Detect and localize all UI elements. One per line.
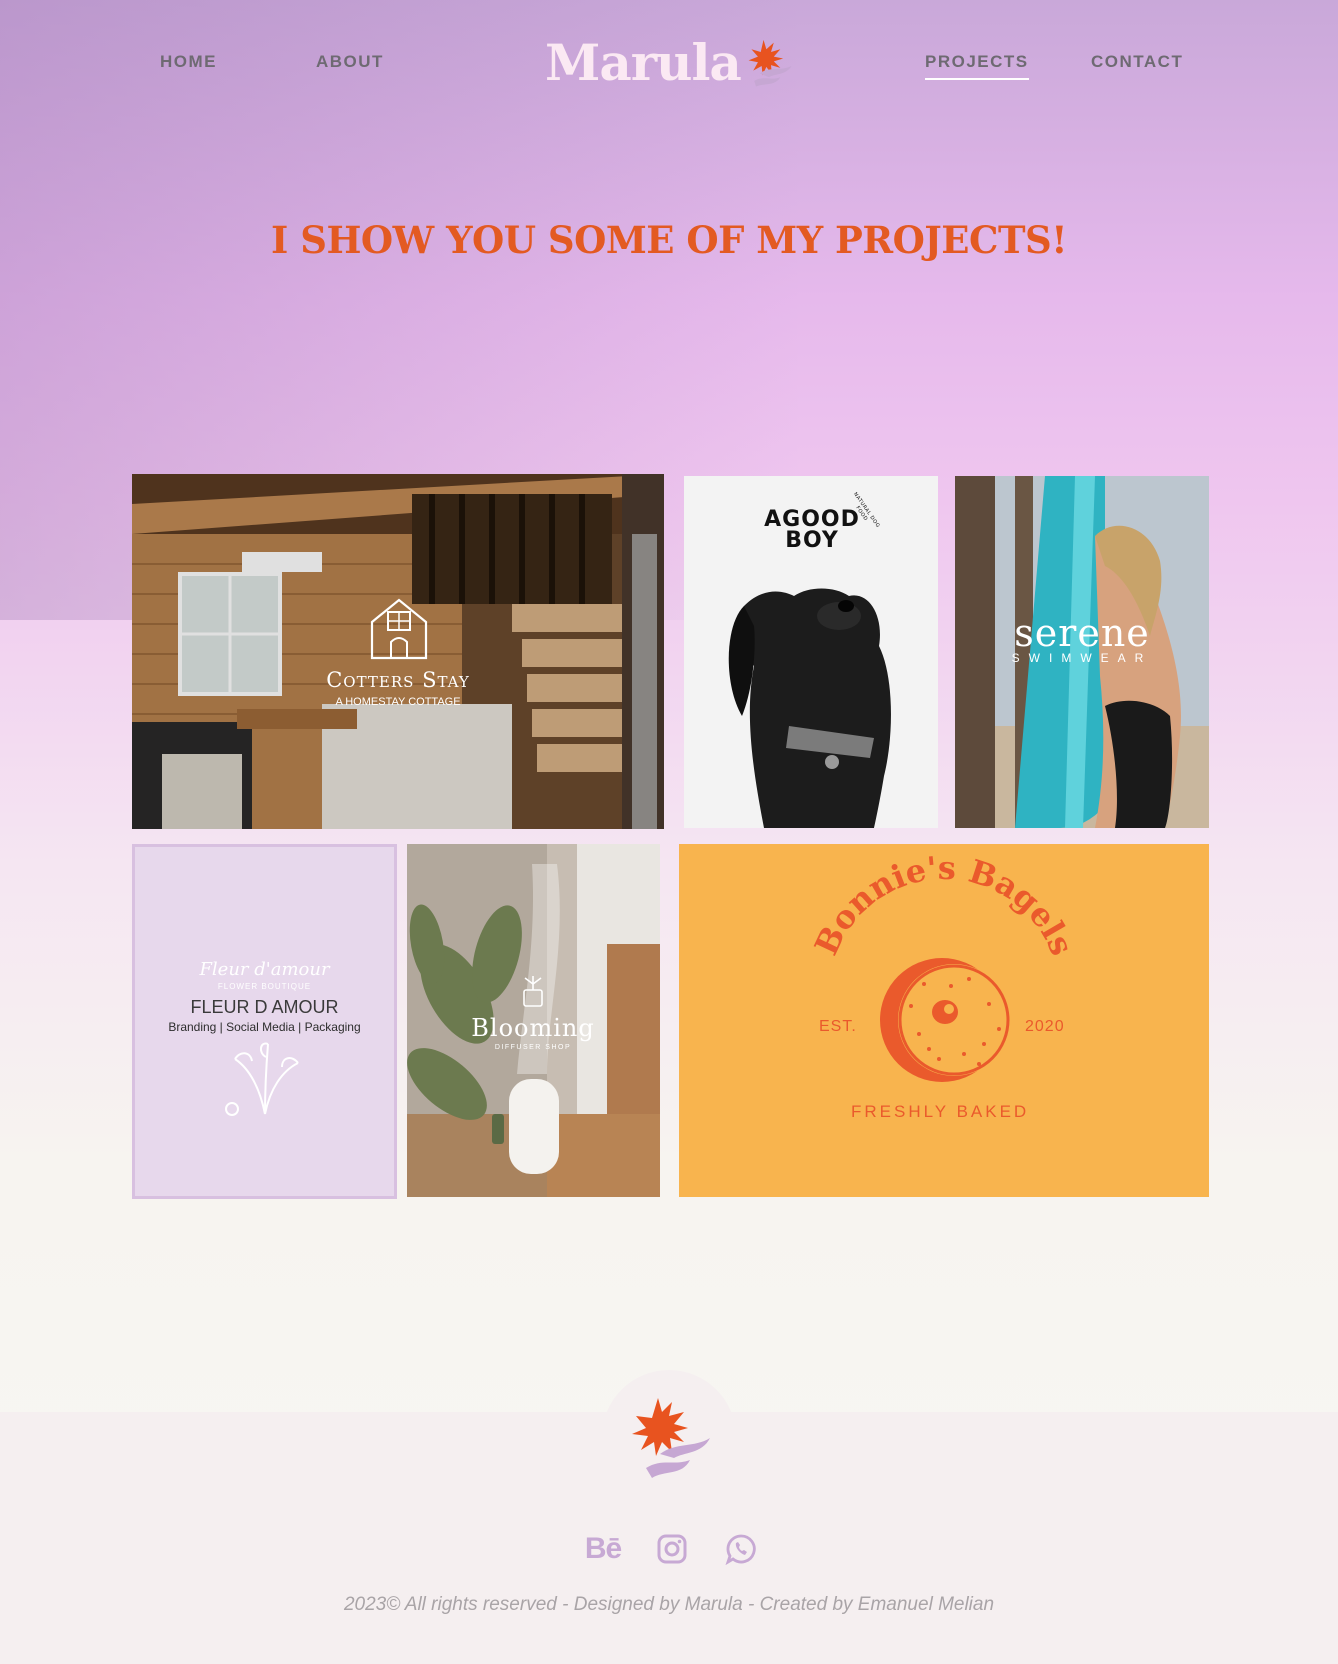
serene-label: serene SWIMWEAR	[992, 611, 1172, 665]
goodboy-label: AGOOD BOY	[762, 509, 862, 553]
nav-about-link[interactable]: ABOUT	[316, 52, 384, 72]
project-fleur-damour[interactable]: Fleur d'amour FLOWER BOUTIQUE FLEUR D AM…	[132, 844, 397, 1199]
flower-icon	[225, 1042, 299, 1116]
bonnies-bagels-logo: Bonnie's Bagels	[807, 849, 1081, 1082]
whatsapp-link[interactable]	[720, 1528, 762, 1570]
goodboy-line2: BOY	[785, 527, 839, 553]
serene-name: serene	[1014, 611, 1150, 655]
svg-text:Bonnie's Bagels: Bonnie's Bagels	[807, 849, 1081, 961]
instagram-icon	[657, 1534, 687, 1564]
behance-icon: Bē	[584, 1532, 622, 1565]
instagram-link[interactable]	[651, 1528, 693, 1570]
blooming-label: Blooming DIFFUSER SHOP	[433, 1014, 633, 1051]
fleur-tags: Branding | Social Media | Packaging	[168, 1020, 361, 1034]
copyright-text: 2023© All rights reserved - Designed by …	[343, 1594, 995, 1615]
cotters-subtitle: A HOMESTAY COTTAGE	[335, 696, 461, 708]
barn-logo-icon	[370, 598, 428, 660]
blooming-subtitle: DIFFUSER SHOP	[494, 1044, 572, 1051]
project-serene-swimwear[interactable]: serene SWIMWEAR	[955, 476, 1209, 828]
nav-projects-link[interactable]: PROJECTS	[925, 52, 1029, 80]
page-title: I SHOW YOU SOME OF MY PROJECTS!	[271, 218, 1067, 262]
cotters-label: Cotters Stay A HOMESTAY COTTAGE	[272, 668, 524, 708]
fleur-tiny-text: FLOWER BOUTIQUE	[217, 982, 312, 991]
nav-contact-link[interactable]: CONTACT	[1091, 52, 1183, 72]
bonnies-year: 2020	[1025, 1018, 1065, 1035]
sun-leaf-icon	[748, 39, 792, 87]
fleur-title: FLEUR D AMOUR	[190, 997, 339, 1017]
project-a-good-boy[interactable]: AGOOD BOY NATURAL DOG FOOD	[684, 476, 938, 828]
whatsapp-icon	[725, 1534, 756, 1565]
project-blooming[interactable]: Blooming DIFFUSER SHOP	[407, 844, 660, 1197]
marula-logo[interactable]: Marula	[545, 28, 799, 88]
fleur-script-name: Fleur d'amour	[199, 959, 330, 980]
blooming-name: Blooming	[471, 1014, 595, 1042]
diffuser-logo-icon	[523, 976, 543, 1007]
project-bonnies-bagels[interactable]: Bonnie's Bagels EST. 2020 FRESHLY BAKED	[679, 844, 1209, 1197]
footer-sun-leaf-icon	[632, 1398, 710, 1478]
bonnies-tagline: FRESHLY BAKED	[851, 1102, 1030, 1121]
behance-link[interactable]: Bē	[582, 1528, 624, 1570]
top-nav: HOME ABOUT Marula PROJECTS CONTACT	[0, 0, 1338, 130]
logo-text: Marula	[545, 33, 742, 92]
fleur-label: Fleur d'amour FLOWER BOUTIQUE FLEUR D AM…	[135, 959, 394, 1034]
project-cotters-stay[interactable]: Cotters Stay A HOMESTAY COTTAGE	[132, 474, 664, 829]
cotters-name: Cotters Stay	[326, 668, 470, 692]
bonnies-est: EST.	[819, 1018, 857, 1035]
nav-home-link[interactable]: HOME	[160, 52, 217, 72]
serene-subtitle: SWIMWEAR	[1011, 651, 1153, 665]
bonnies-arc-text: Bonnie's Bagels	[807, 849, 1081, 961]
